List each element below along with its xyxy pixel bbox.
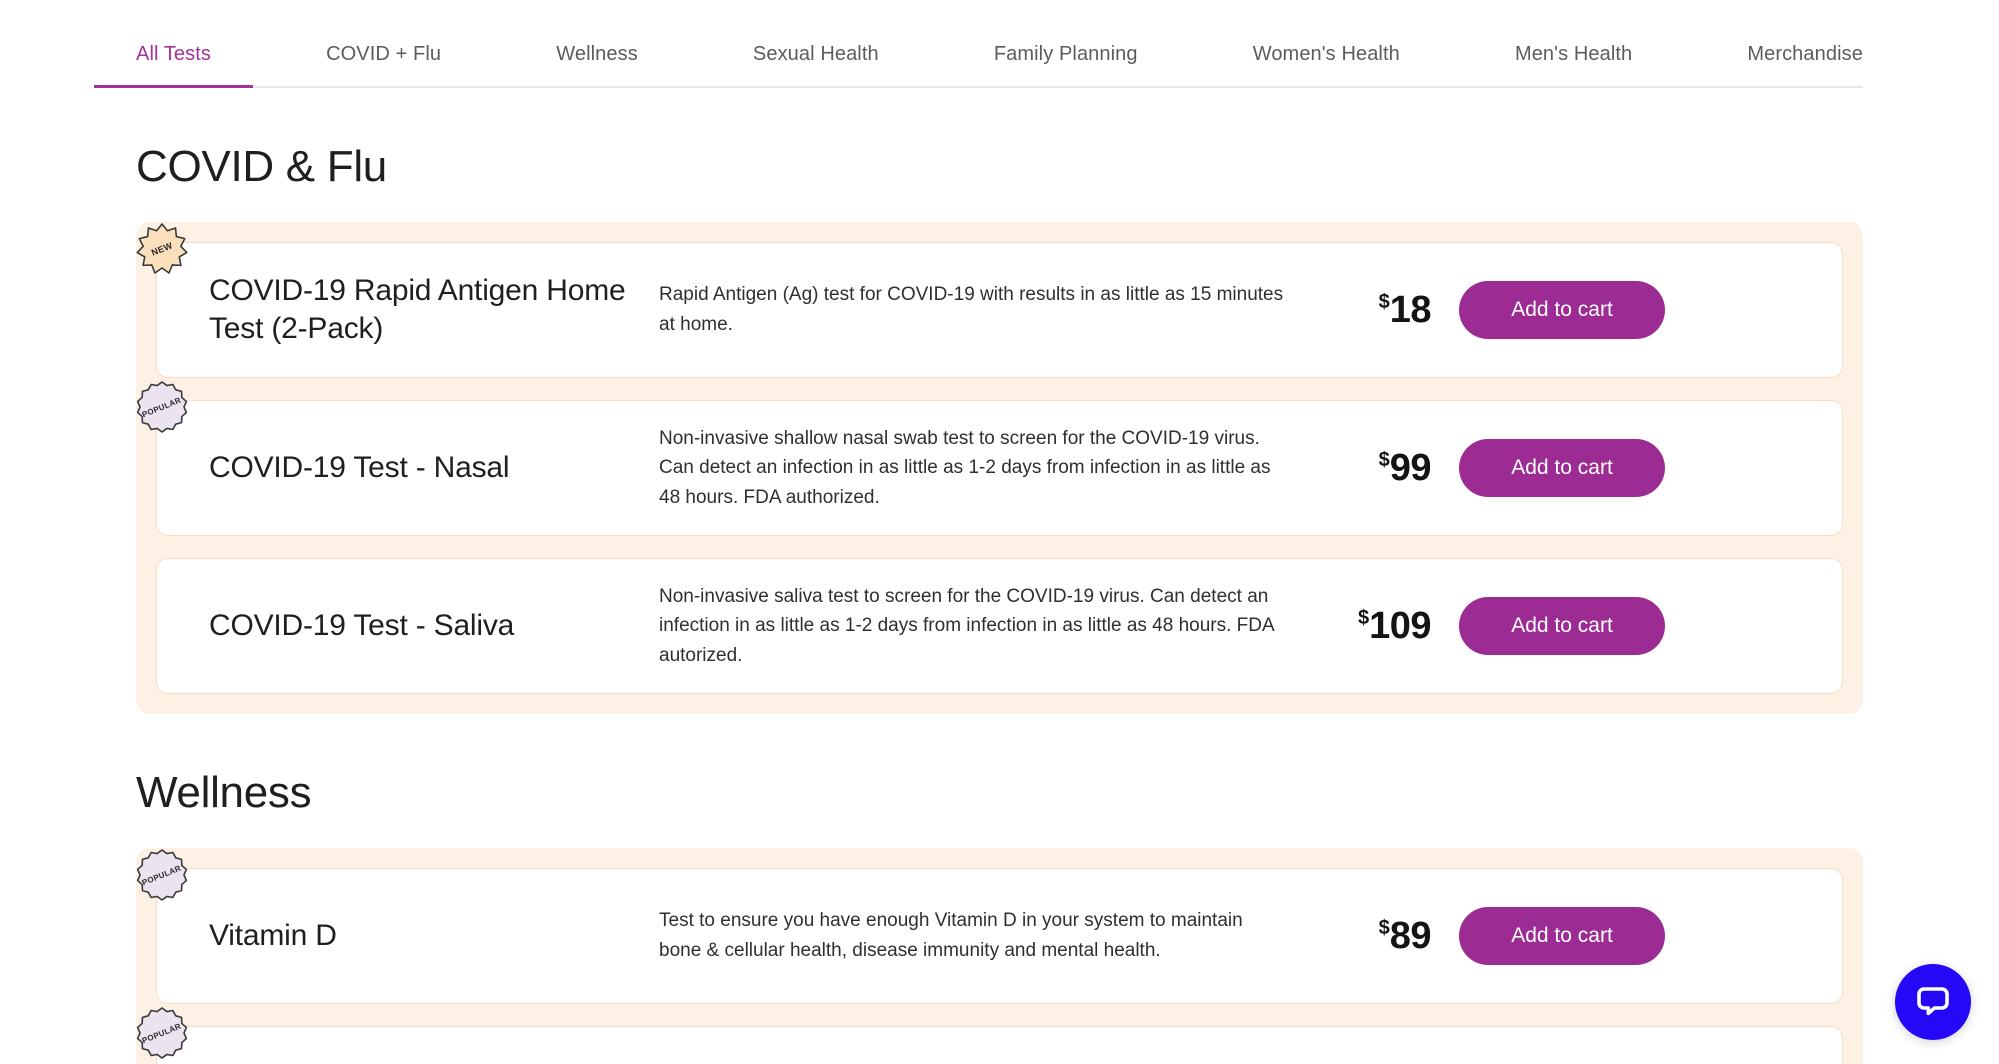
product-price: $99 — [1309, 447, 1459, 490]
product-price: $109 — [1309, 605, 1459, 648]
tab-sexual-health[interactable]: Sexual Health — [753, 43, 879, 86]
tab-men-s-health[interactable]: Men's Health — [1515, 43, 1632, 86]
product-price: $89 — [1309, 915, 1459, 958]
add-to-cart-button[interactable]: Add to cart — [1459, 907, 1665, 965]
product-title: COVID-19 Rapid Antigen Home Test (2-Pack… — [209, 272, 659, 349]
product-card[interactable]: COVID-19 Test - SalivaNon-invasive saliv… — [156, 558, 1843, 694]
product-card[interactable]: POPULARCOVID-19 Test - NasalNon-invasive… — [156, 400, 1843, 536]
tab-family-planning[interactable]: Family Planning — [994, 43, 1138, 86]
category-tab-bar[interactable]: All Tests COVID + Flu Wellness Sexual Healt… — [136, 0, 1863, 88]
tab-women-s-health[interactable]: Women's Health — [1253, 43, 1400, 86]
tab-covid-flu[interactable]: COVID + Flu — [326, 43, 441, 86]
product-price: $18 — [1309, 289, 1459, 332]
product-title: COVID-19 Test - Nasal — [209, 449, 659, 487]
chat-widget-button[interactable] — [1895, 964, 1971, 1040]
currency-symbol: $ — [1379, 449, 1390, 471]
currency-symbol: $ — [1379, 917, 1390, 939]
product-description: Rapid Antigen (Ag) test for COVID-19 wit… — [659, 280, 1309, 339]
product-card[interactable]: POPULARVitamin DTest to ensure you have … — [156, 868, 1843, 1004]
section-heading: COVID & Flu — [136, 142, 1999, 192]
tab-wellness[interactable]: Wellness — [556, 43, 638, 86]
tab-all-tests[interactable]: All Tests — [136, 43, 211, 86]
product-description: Non-invasive saliva test to screen for t… — [659, 582, 1309, 671]
price-amount: 18 — [1390, 289, 1431, 331]
popular-badge: POPULAR — [134, 1005, 190, 1061]
product-description: Test to ensure you have enough Vitamin D… — [659, 906, 1309, 965]
tab-merchandise[interactable]: Merchandise — [1747, 43, 1863, 86]
product-description: Non-invasive shallow nasal swab test to … — [659, 424, 1309, 513]
add-to-cart-button[interactable]: Add to cart — [1459, 439, 1665, 497]
product-group: POPULAR Vitamin DTest to ensure you have … — [136, 848, 1863, 1064]
popular-badge: POPULAR — [134, 379, 190, 435]
currency-symbol: $ — [1379, 291, 1390, 313]
price-amount: 89 — [1390, 915, 1431, 957]
product-title: COVID-19 Test - Saliva — [209, 607, 659, 645]
price-amount: 99 — [1390, 447, 1431, 489]
add-to-cart-button[interactable]: Add to cart — [1459, 597, 1665, 655]
product-title: Vitamin D — [209, 917, 659, 955]
popular-badge: POPULAR — [134, 847, 190, 903]
add-to-cart-button[interactable]: Add to cart — [1459, 281, 1665, 339]
currency-symbol: $ — [1358, 607, 1369, 629]
new-badge: NEW — [134, 221, 190, 277]
product-group: NEW COVID-19 Rapid Antigen Home Test (2-P… — [136, 222, 1863, 714]
product-card[interactable]: NEWCOVID-19 Rapid Antigen Home Test (2-P… — [156, 242, 1843, 378]
product-catalog: COVID & Flu NEW COVID-19 Rapid Antigen Hom… — [0, 142, 1999, 1064]
section-heading: Wellness — [136, 768, 1999, 818]
product-card[interactable]: POPULARAdd to cart — [156, 1026, 1843, 1064]
price-amount: 109 — [1369, 605, 1431, 647]
chat-bubble-icon — [1913, 980, 1953, 1025]
